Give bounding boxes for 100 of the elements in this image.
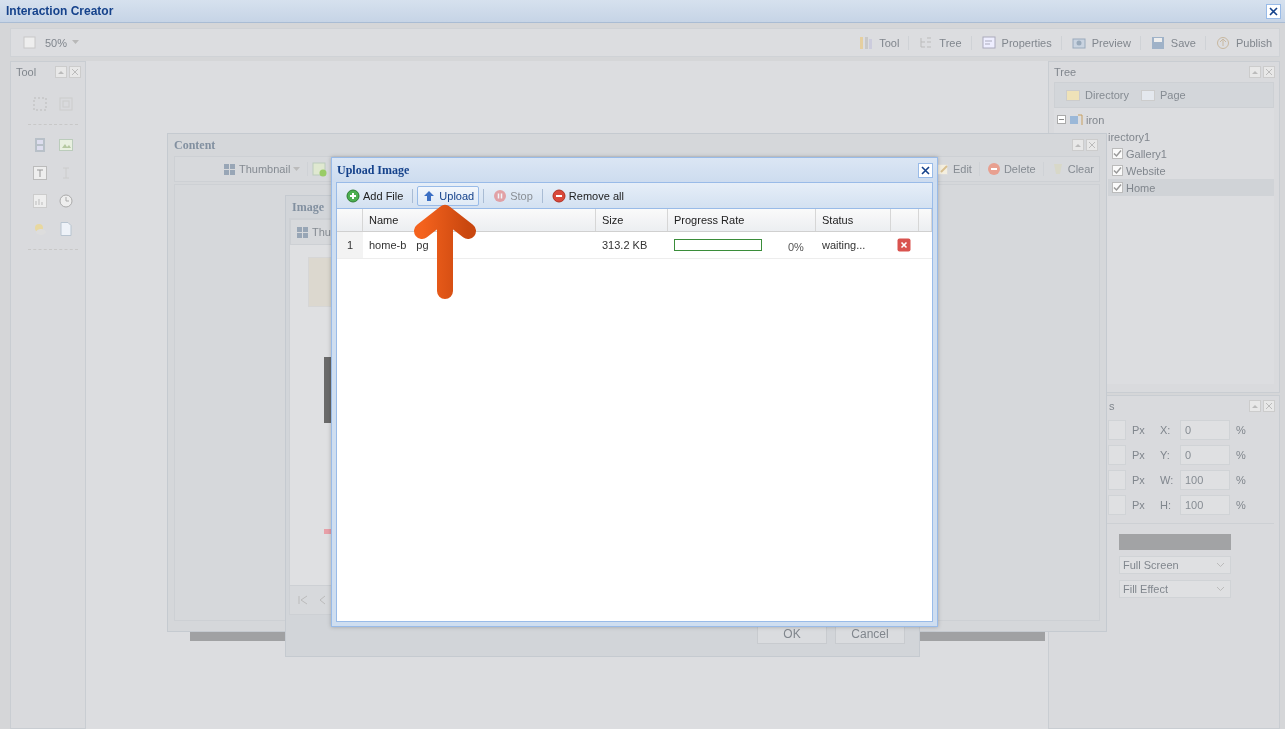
chart-icon[interactable] (32, 193, 48, 209)
chevron-icon (1216, 586, 1225, 592)
clear-button[interactable]: Clear (1047, 160, 1097, 178)
checkbox[interactable] (1112, 165, 1123, 176)
close-button[interactable] (1266, 3, 1281, 19)
image-icon[interactable] (58, 137, 74, 153)
clock-icon[interactable] (58, 193, 74, 209)
folder-icon (1066, 89, 1080, 101)
view-dropdown[interactable]: Thu (293, 223, 334, 241)
add-image-icon[interactable] (312, 161, 328, 177)
upload-button[interactable]: Upload (417, 185, 480, 206)
preview-button[interactable]: Preview (1067, 32, 1134, 53)
color-swatch[interactable] (1119, 534, 1231, 550)
close-icon[interactable] (69, 66, 81, 78)
film-icon[interactable] (32, 137, 48, 153)
panel-title: s (1109, 400, 1115, 412)
tree-row[interactable]: Gallery1 (1108, 145, 1274, 162)
window-title: Image (292, 199, 324, 215)
collapse-icon[interactable] (1249, 66, 1261, 78)
page-icon (1141, 89, 1155, 101)
file-row[interactable]: 1 home-b pg 313.2 KB 0% waiting... (337, 232, 932, 259)
delete-button[interactable]: Delete (983, 160, 1039, 178)
pixel-input[interactable] (1108, 470, 1126, 490)
tree-button[interactable]: Tree (915, 32, 965, 53)
column-header[interactable]: Size (596, 209, 668, 231)
add-icon (346, 188, 360, 203)
collapse-node-icon[interactable] (1057, 115, 1066, 124)
axis-label: Y: (1160, 449, 1171, 461)
axis-label: H: (1160, 499, 1172, 511)
pixel-input[interactable] (1108, 445, 1126, 465)
tree-node-label: Website (1126, 164, 1166, 177)
close-icon (921, 165, 930, 175)
save-icon (1149, 34, 1166, 51)
pixel-input[interactable] (1108, 495, 1126, 515)
grid-icon (296, 225, 309, 239)
checkbox[interactable] (1112, 182, 1123, 193)
view-dropdown[interactable]: Thumbnail (220, 160, 304, 178)
file-name: home-b (369, 239, 407, 251)
unit-label: % (1236, 449, 1247, 461)
checkbox[interactable] (1112, 148, 1123, 159)
collapse-icon[interactable] (55, 66, 67, 78)
row-number: 1 (337, 232, 363, 258)
first-page-icon[interactable] (298, 595, 308, 605)
tools-icon (858, 34, 875, 51)
file-size: 313.2 KB (601, 238, 649, 253)
remove-button[interactable]: Remove all (546, 185, 629, 206)
zoom-dropdown[interactable]: 50% (42, 34, 83, 51)
unit-label: % (1236, 424, 1247, 436)
previous-page-icon[interactable] (318, 595, 328, 605)
column-header[interactable]: Status (816, 209, 891, 231)
column-header[interactable]: Name (363, 209, 596, 231)
unit-label: % (1236, 474, 1247, 486)
add-button[interactable]: Add File (341, 185, 409, 206)
tree-row[interactable]: Home (1108, 179, 1274, 196)
dropdown[interactable]: Full Screen (1119, 556, 1231, 574)
window-title: Interaction Creator (6, 4, 114, 18)
percent-input[interactable]: 100 (1180, 495, 1230, 515)
axis-label: X: (1160, 424, 1172, 436)
unit-label: Px (1132, 474, 1146, 486)
pixel-input[interactable] (1108, 420, 1126, 440)
window-title: Content (174, 137, 216, 153)
file-name: pg (416, 239, 429, 251)
tree-node-label: Home (1126, 181, 1156, 194)
close-icon[interactable] (1086, 139, 1098, 151)
percent-input[interactable]: 0 (1180, 445, 1230, 465)
tree-node-label: Gallery1 (1126, 147, 1167, 160)
status-text: waiting... (821, 238, 867, 253)
close-button[interactable] (918, 162, 933, 178)
grid-icon (223, 162, 236, 176)
axis-label: W: (1160, 474, 1174, 486)
unit-label: Px (1132, 424, 1146, 436)
save-button[interactable]: Save (1146, 32, 1199, 53)
minus-circle-icon (986, 162, 1001, 176)
tool-button[interactable]: Tool (855, 32, 903, 53)
percent-input[interactable]: 0 (1180, 420, 1230, 440)
publish-button[interactable]: Publish (1211, 32, 1275, 53)
properties-icon (980, 34, 997, 51)
publish-icon (1214, 34, 1231, 51)
close-icon[interactable] (1263, 400, 1275, 412)
text-icon[interactable] (32, 165, 48, 181)
properties-button[interactable]: Properties (977, 32, 1055, 53)
tree-node[interactable]: irectory1 (1108, 130, 1151, 143)
document-icon[interactable] (58, 221, 74, 237)
percent-input[interactable]: 100 (1180, 470, 1230, 490)
chevron-icon (1216, 562, 1225, 568)
scrollbar-segment[interactable] (190, 632, 285, 641)
dropdown[interactable]: Fill Effect (1119, 580, 1231, 598)
tree-node[interactable]: iron (1086, 113, 1105, 126)
scrollbar-segment[interactable] (920, 632, 1045, 641)
page-icon (23, 36, 36, 49)
column-header[interactable]: Progress Rate (668, 209, 816, 231)
collapse-icon[interactable] (1072, 139, 1084, 151)
page-button[interactable]: Page (1138, 87, 1189, 103)
remove-file-icon[interactable] (897, 238, 911, 252)
directory-button[interactable]: Directory (1063, 87, 1132, 103)
panel-title: Tree (1054, 66, 1077, 78)
upload-arrow-icon (422, 188, 437, 203)
tree-row[interactable]: Website (1108, 162, 1274, 179)
collapse-icon[interactable] (1249, 400, 1261, 412)
close-icon[interactable] (1263, 66, 1275, 78)
